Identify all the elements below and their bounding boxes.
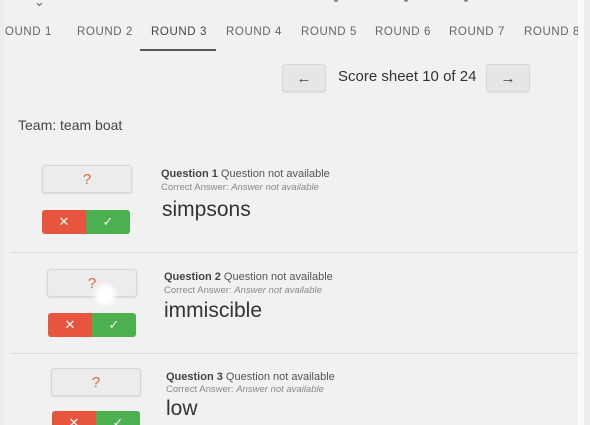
question-title: Question 2 Question not available — [164, 271, 333, 283]
divider — [10, 252, 584, 253]
mark-buttons: ✕ ✓ — [42, 210, 130, 234]
question-text: Question not available — [223, 271, 333, 283]
score-sheet-counter: Score sheet 10 of 24 — [338, 68, 477, 85]
team-answer: low — [166, 397, 198, 420]
chevron-down-icon: ⌄ — [34, 0, 45, 9]
arrow-left-icon: ← — [296, 69, 312, 87]
screen-glare — [92, 282, 118, 308]
mark-wrong-button[interactable]: ✕ — [42, 210, 86, 234]
tab-round-8[interactable]: ROUND 8 — [524, 26, 580, 38]
mark-correct-button[interactable]: ✓ — [96, 411, 140, 425]
check-icon: ✓ — [108, 317, 120, 332]
mark-wrong-button[interactable]: ✕ — [48, 313, 92, 337]
top-strip: ⌄ — [4, 0, 584, 14]
team-answer: immiscible — [164, 299, 263, 322]
mark-correct-button[interactable]: ✓ — [86, 210, 130, 234]
correct-answer: Correct Answer: Answer not available — [161, 182, 319, 193]
tab-round-6[interactable]: ROUND 6 — [375, 26, 431, 38]
unknown-mark-button[interactable]: ? — [42, 165, 132, 193]
mark-buttons: ✕ ✓ — [48, 313, 136, 337]
correct-answer-value: Answer not available — [234, 285, 322, 296]
close-icon: ✕ — [58, 214, 70, 229]
correct-answer-label: Correct Answer: — [166, 384, 234, 395]
check-icon: ✓ — [112, 415, 124, 425]
divider — [10, 353, 584, 354]
close-icon: ✕ — [68, 415, 80, 425]
question-text: Question not available — [225, 371, 335, 383]
correct-answer-label: Correct Answer: — [164, 285, 232, 296]
tab-round-2[interactable]: ROUND 2 — [77, 26, 133, 38]
correct-answer: Correct Answer: Answer not available — [166, 384, 324, 395]
question-text: Question not available — [220, 168, 330, 180]
tab-round-5[interactable]: ROUND 5 — [301, 26, 357, 38]
dot-icon — [464, 0, 468, 2]
correct-answer-value: Answer not available — [236, 384, 324, 395]
question-title: Question 3 Question not available — [166, 371, 335, 383]
tab-round-3[interactable]: ROUND 3 — [151, 26, 207, 38]
dot-icon — [404, 0, 408, 2]
question-number: Question 1 — [161, 168, 218, 180]
arrow-right-icon: → — [500, 69, 516, 87]
team-answer: simpsons — [162, 198, 251, 221]
next-sheet-button[interactable]: → — [486, 64, 530, 92]
score-sheet-pager: ← Score sheet 10 of 24 → — [4, 64, 584, 92]
question-title: Question 1 Question not available — [161, 168, 330, 180]
question-mark-icon: ? — [82, 170, 92, 188]
question-mark-icon: ? — [91, 373, 101, 391]
tab-round-4[interactable]: ROUND 4 — [226, 26, 282, 38]
right-edge — [578, 0, 584, 425]
close-icon: ✕ — [64, 317, 76, 332]
score-sheet-screen: ⌄ ROUND 1 ROUND 2 ROUND 3 ROUND 4 ROUND … — [4, 0, 584, 425]
check-icon: ✓ — [102, 214, 114, 229]
tab-round-1[interactable]: ROUND 1 — [4, 26, 52, 38]
mark-wrong-button[interactable]: ✕ — [52, 411, 96, 425]
unknown-mark-button[interactable]: ? — [51, 368, 141, 396]
question-number: Question 2 — [164, 271, 221, 283]
active-tab-indicator — [140, 49, 216, 51]
team-name: Team: team boat — [18, 117, 123, 133]
question-number: Question 3 — [166, 371, 223, 383]
dot-icon — [334, 0, 338, 2]
round-tabs: ROUND 1 ROUND 2 ROUND 3 ROUND 4 ROUND 5 … — [4, 26, 584, 52]
mark-buttons: ✕ ✓ — [52, 411, 140, 425]
correct-answer: Correct Answer: Answer not available — [164, 285, 322, 296]
tab-round-7[interactable]: ROUND 7 — [449, 26, 505, 38]
correct-answer-label: Correct Answer: — [161, 182, 229, 193]
previous-sheet-button[interactable]: ← — [282, 64, 326, 92]
mark-correct-button[interactable]: ✓ — [92, 313, 136, 337]
correct-answer-value: Answer not available — [231, 182, 319, 193]
